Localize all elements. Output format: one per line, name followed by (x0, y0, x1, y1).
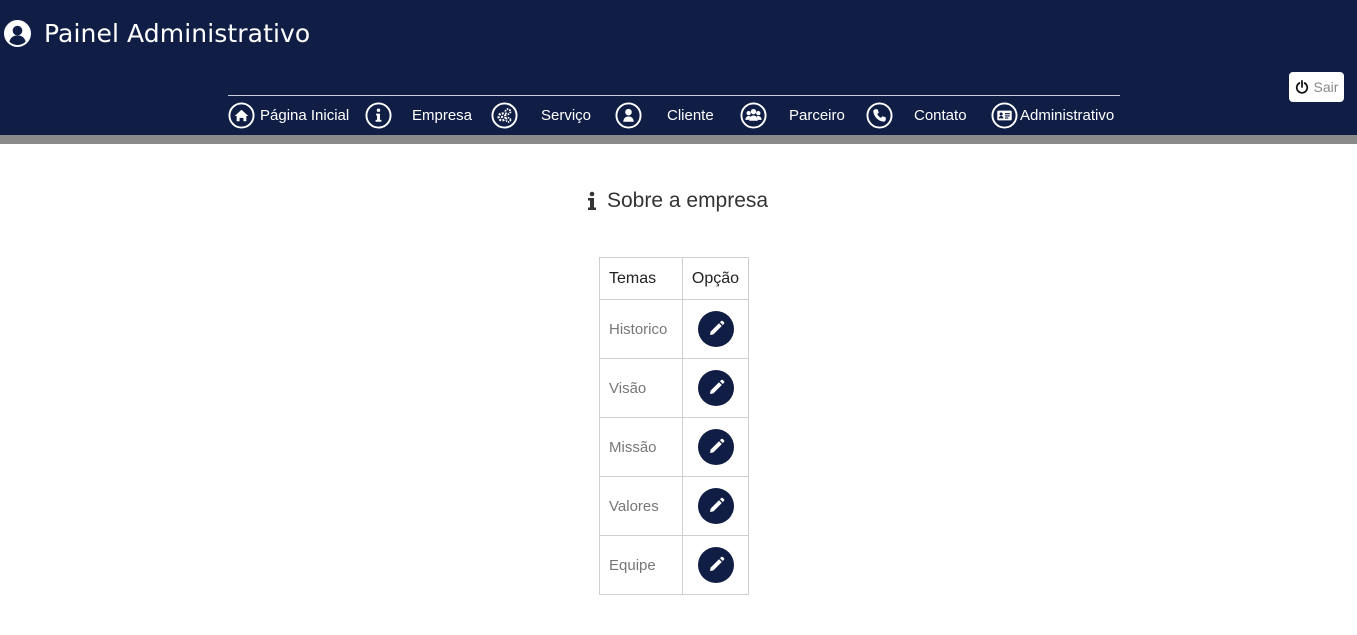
logout-label: Sair (1313, 79, 1339, 95)
table-row: Historico (599, 299, 749, 359)
topic-name: Visão (599, 358, 683, 418)
nav-label-administrativo: Administrativo (1020, 106, 1115, 124)
pencil-icon (707, 497, 725, 515)
table-row: Visão (599, 358, 749, 418)
brand: Painel Administrativo (4, 17, 310, 49)
nav-item-pagina-inicial[interactable]: Página Inicial (228, 100, 349, 130)
edit-button[interactable] (697, 488, 734, 524)
column-header-opcao: Opção (682, 257, 749, 300)
nav-label-pagina-inicial: Página Inicial (260, 106, 350, 124)
topic-name: Valores (599, 476, 683, 536)
nav-item-administrativo[interactable]: Administrativo (991, 100, 1114, 130)
user-icon (615, 101, 642, 129)
pencil-icon (707, 556, 725, 574)
nav-item-servico[interactable]: Serviço (491, 100, 591, 130)
info-icon (586, 191, 607, 211)
topics-table: Temas Opção Historico Visão Missão Valor… (599, 257, 749, 595)
section-heading: Sobre a empresa (586, 186, 768, 216)
nav-label-servico: Serviço (541, 106, 592, 124)
user-circle-icon (4, 19, 31, 47)
table-row: Valores (599, 476, 749, 536)
nav-label-cliente: Cliente (667, 106, 714, 124)
nav-item-cliente[interactable]: Cliente (615, 100, 714, 130)
phone-icon (866, 101, 893, 129)
nav-label-parceiro: Parceiro (789, 106, 845, 124)
edit-button[interactable] (697, 311, 734, 347)
nav-divider (228, 95, 1120, 96)
nav-item-empresa[interactable]: Empresa (365, 100, 472, 130)
header-divider (0, 135, 1357, 144)
topic-name: Historico (599, 299, 683, 359)
table-header-row: Temas Opção (599, 257, 749, 300)
top-header: Painel Administrativo Sair Página Inicia… (0, 0, 1357, 135)
gears-icon (491, 101, 518, 129)
edit-button[interactable] (697, 429, 734, 465)
users-icon (740, 101, 767, 129)
info-icon (365, 101, 392, 129)
edit-button[interactable] (697, 370, 734, 406)
logout-button[interactable]: Sair (1289, 72, 1344, 102)
edit-button[interactable] (697, 547, 734, 583)
nav-label-empresa: Empresa (412, 106, 473, 124)
topic-name: Missão (599, 417, 683, 477)
topic-name: Equipe (599, 535, 683, 595)
nav-item-parceiro[interactable]: Parceiro (740, 100, 845, 130)
table-row: Missão (599, 417, 749, 477)
pencil-icon (707, 379, 725, 397)
nav-label-contato: Contato (914, 106, 967, 124)
id-card-icon (991, 101, 1018, 129)
column-header-temas: Temas (599, 257, 683, 300)
section-title: Sobre a empresa (607, 189, 769, 212)
page-title: Painel Administrativo (44, 18, 311, 48)
power-icon (1295, 80, 1314, 94)
pencil-icon (707, 320, 725, 338)
pencil-icon (707, 438, 725, 456)
home-icon (228, 101, 255, 129)
nav-item-contato[interactable]: Contato (866, 100, 967, 130)
table-row: Equipe (599, 535, 749, 595)
